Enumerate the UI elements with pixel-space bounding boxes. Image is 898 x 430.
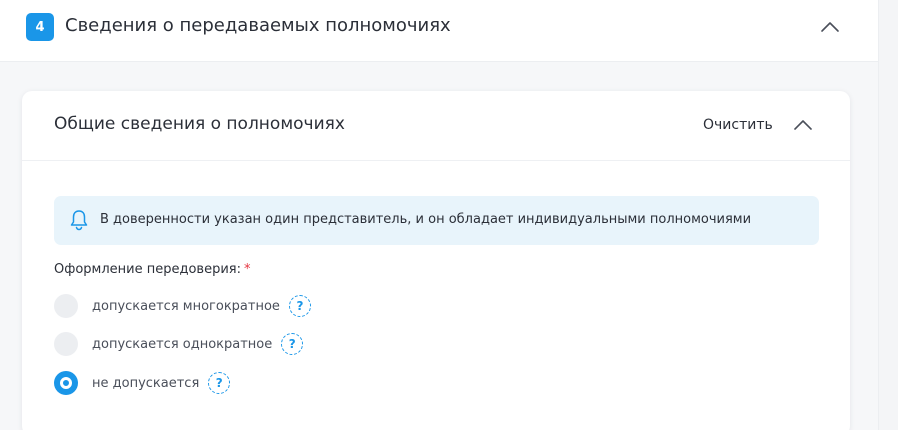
help-icon[interactable]: ? xyxy=(281,333,304,355)
section-title: Сведения о передаваемых полномочиях xyxy=(65,15,451,36)
card-title: Общие сведения о полномочиях xyxy=(54,114,345,134)
bell-icon xyxy=(70,210,88,231)
clear-button[interactable]: Очистить xyxy=(703,117,773,133)
radio-button[interactable] xyxy=(54,294,78,318)
page: 4 Сведения о передаваемых полномочиях Об… xyxy=(0,0,898,430)
info-text: В доверенности указан один представитель… xyxy=(100,212,752,227)
radio-option-single[interactable]: допускается однократное ? xyxy=(54,332,304,356)
radio-option-not-allowed[interactable]: не допускается ? xyxy=(54,371,231,395)
help-icon[interactable]: ? xyxy=(288,295,311,317)
section-header[interactable]: 4 Сведения о передаваемых полномочиях xyxy=(0,0,878,62)
radio-button[interactable] xyxy=(54,332,78,356)
radio-label: допускается многократное xyxy=(92,298,280,314)
radio-button-selected[interactable] xyxy=(54,371,78,395)
redelegation-label: Оформление передоверия: * xyxy=(54,262,251,277)
radio-label: допускается однократное xyxy=(92,336,273,352)
chevron-up-icon[interactable] xyxy=(793,119,813,131)
card-header: Общие сведения о полномочиях Очистить xyxy=(22,91,850,161)
redelegation-label-text: Оформление передоверия: xyxy=(54,262,241,277)
info-banner: В доверенности указан один представитель… xyxy=(54,196,819,245)
help-icon[interactable]: ? xyxy=(208,372,231,394)
chevron-up-icon[interactable] xyxy=(820,21,840,33)
radio-option-multiple[interactable]: допускается многократное ? xyxy=(54,294,311,318)
step-number-badge: 4 xyxy=(26,13,54,41)
radio-label: не допускается xyxy=(92,375,200,391)
general-info-card: Общие сведения о полномочиях Очистить В … xyxy=(22,91,850,430)
required-mark: * xyxy=(244,262,251,277)
scroll-gutter xyxy=(878,0,898,430)
